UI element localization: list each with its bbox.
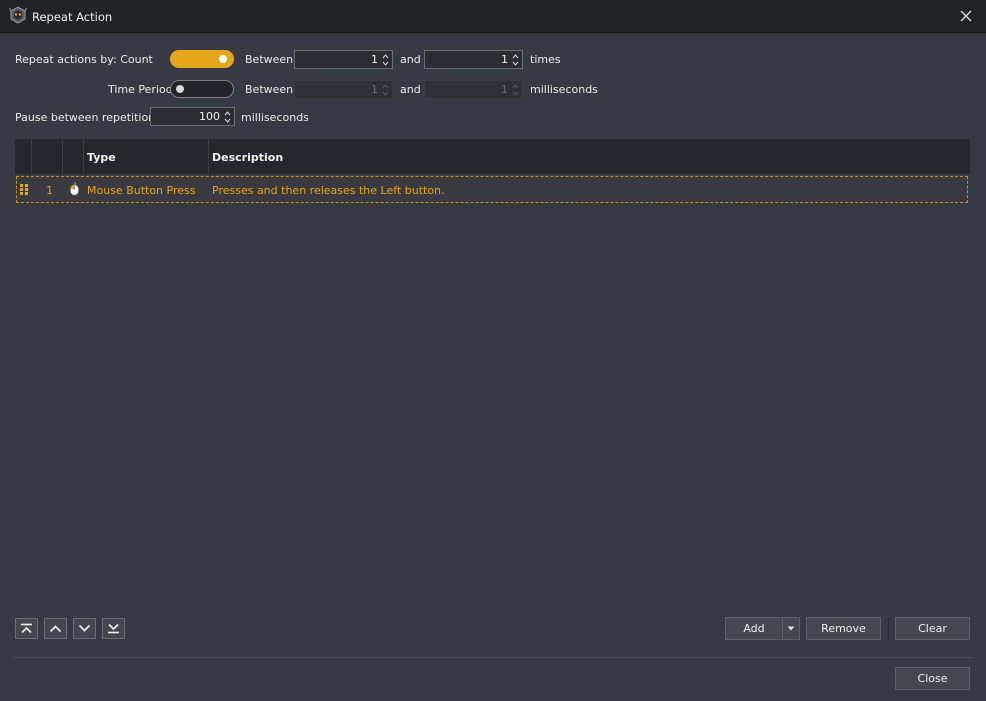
time-period-label: Time Period	[108, 83, 173, 96]
column-header-type[interactable]: Type	[87, 151, 116, 164]
toggle-knob	[219, 55, 227, 63]
spin-down-icon[interactable]	[510, 60, 521, 68]
mouse-icon	[70, 182, 79, 196]
spin-up-icon[interactable]	[380, 82, 391, 90]
move-to-bottom-button[interactable]	[102, 618, 125, 639]
spin-down-icon[interactable]	[380, 90, 391, 98]
table-header: Type Description	[15, 139, 970, 174]
close-button[interactable]: Close	[895, 667, 970, 690]
footer-divider	[13, 657, 973, 658]
time-unit-label: milliseconds	[530, 83, 598, 96]
row-index: 1	[46, 184, 53, 197]
count-max-spinbox[interactable]: 1	[424, 50, 523, 69]
caret-down-icon	[787, 626, 795, 631]
repeat-by-label: Repeat actions by: Count	[15, 53, 153, 66]
column-divider	[31, 139, 32, 174]
pause-label: Pause between repetitions	[15, 111, 161, 124]
close-icon	[960, 10, 972, 22]
add-dropdown-button[interactable]	[782, 617, 800, 640]
column-header-description[interactable]: Description	[212, 151, 283, 164]
count-and-label: and	[400, 53, 421, 66]
count-min-value: 1	[371, 53, 378, 66]
time-min-spinbox[interactable]: 1	[294, 80, 393, 99]
count-max-value: 1	[501, 53, 508, 66]
count-toggle[interactable]	[170, 50, 234, 68]
column-divider	[62, 139, 63, 174]
spin-down-icon[interactable]	[222, 117, 233, 125]
move-to-top-button[interactable]	[15, 618, 38, 639]
pause-spinbox[interactable]: 100	[150, 107, 235, 126]
spin-down-icon[interactable]	[510, 90, 521, 98]
move-down-button[interactable]	[73, 618, 96, 639]
column-divider	[208, 139, 209, 174]
spin-up-icon[interactable]	[510, 52, 521, 60]
button-separator	[888, 617, 889, 640]
spin-down-icon[interactable]	[380, 60, 391, 68]
move-up-button[interactable]	[44, 618, 67, 639]
count-unit-label: times	[530, 53, 561, 66]
spin-up-icon[interactable]	[510, 82, 521, 90]
clear-button[interactable]: Clear	[895, 617, 970, 640]
remove-button[interactable]: Remove	[806, 617, 881, 640]
column-divider	[83, 139, 84, 174]
time-and-label: and	[400, 83, 421, 96]
spin-up-icon[interactable]	[222, 109, 233, 117]
time-max-value: 1	[501, 83, 508, 96]
count-between-label: Between	[245, 53, 294, 66]
title-bar: Repeat Action	[0, 0, 986, 33]
pause-value: 100	[199, 110, 220, 123]
pause-unit-label: milliseconds	[241, 111, 309, 124]
add-button[interactable]: Add	[725, 617, 783, 640]
toggle-knob	[176, 85, 184, 93]
move-top-icon	[21, 623, 32, 634]
time-max-spinbox[interactable]: 1	[424, 80, 523, 99]
chevron-down-icon	[78, 624, 91, 632]
window-title: Repeat Action	[32, 10, 113, 24]
row-description: Presses and then releases the Left butto…	[212, 184, 445, 197]
time-between-label: Between	[245, 83, 294, 96]
row-type: Mouse Button Press	[87, 184, 196, 197]
time-period-toggle[interactable]	[170, 80, 234, 98]
table-row[interactable]: 1 Mouse Button Press Presses and then re…	[16, 176, 968, 203]
chevron-up-icon	[49, 625, 62, 633]
count-min-spinbox[interactable]: 1	[294, 50, 393, 69]
app-logo-icon	[9, 6, 27, 24]
spin-up-icon[interactable]	[380, 52, 391, 60]
move-bottom-icon	[108, 623, 119, 634]
drag-handle-icon[interactable]	[20, 184, 28, 195]
actions-table: Type Description 1 Mouse Button Press Pr…	[15, 139, 970, 609]
time-min-value: 1	[371, 83, 378, 96]
window-close-button[interactable]	[956, 6, 976, 26]
